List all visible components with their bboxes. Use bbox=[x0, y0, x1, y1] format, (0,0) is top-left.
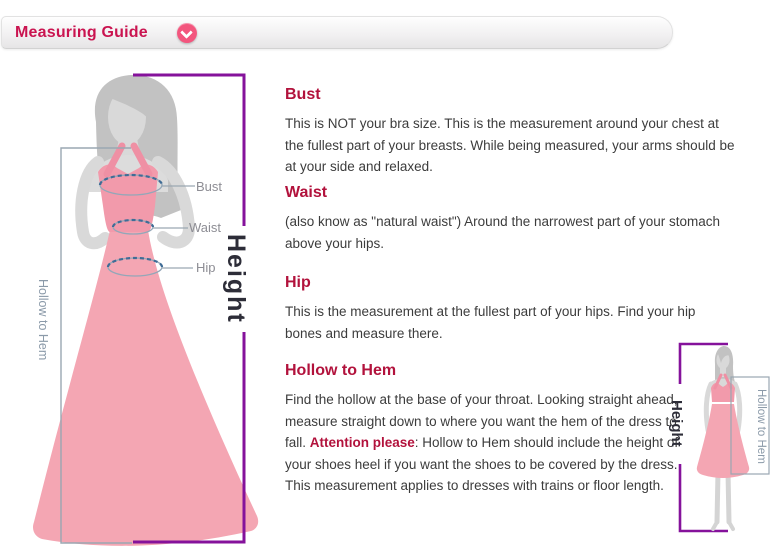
waist-description: (also know as "natural waist") Around th… bbox=[285, 211, 735, 254]
page-title: Measuring Guide bbox=[15, 17, 148, 50]
hip-pointer-label: Hip bbox=[196, 260, 216, 275]
waist-heading: Waist bbox=[285, 184, 735, 202]
measuring-guide-accordion-header[interactable]: Measuring Guide bbox=[1, 16, 673, 49]
chevron-down-icon[interactable] bbox=[177, 23, 197, 43]
hollow-to-hem-vertical-label-small: Hollow to Hem bbox=[735, 382, 767, 470]
section-bust: Bust This is NOT your bra size. This is … bbox=[285, 86, 735, 178]
bust-pointer-label: Bust bbox=[196, 179, 222, 194]
measuring-guide-page: Measuring Guide bbox=[0, 0, 778, 553]
bust-heading: Bust bbox=[285, 86, 735, 104]
height-vertical-label: Height bbox=[221, 226, 250, 332]
bust-description: This is NOT your bra size. This is the m… bbox=[285, 113, 735, 178]
hip-description: This is the measurement at the fullest p… bbox=[285, 301, 735, 344]
hollow-to-hem-description: Find the hollow at the base of your thro… bbox=[285, 389, 687, 497]
section-hip: Hip This is the measurement at the fulle… bbox=[285, 274, 735, 344]
section-waist: Waist (also know as "natural waist") Aro… bbox=[285, 184, 735, 254]
section-hollow-to-hem: Hollow to Hem Find the hollow at the bas… bbox=[285, 362, 687, 497]
waist-pointer-label: Waist bbox=[189, 220, 221, 235]
hip-heading: Hip bbox=[285, 274, 735, 292]
hollow-to-hem-vertical-label: Hollow to Hem bbox=[36, 264, 50, 376]
chevron-glyph bbox=[180, 26, 193, 39]
attention-please-label: Attention please bbox=[310, 435, 415, 450]
height-vertical-label-small: Height bbox=[668, 383, 685, 463]
hollow-to-hem-heading: Hollow to Hem bbox=[285, 362, 687, 380]
